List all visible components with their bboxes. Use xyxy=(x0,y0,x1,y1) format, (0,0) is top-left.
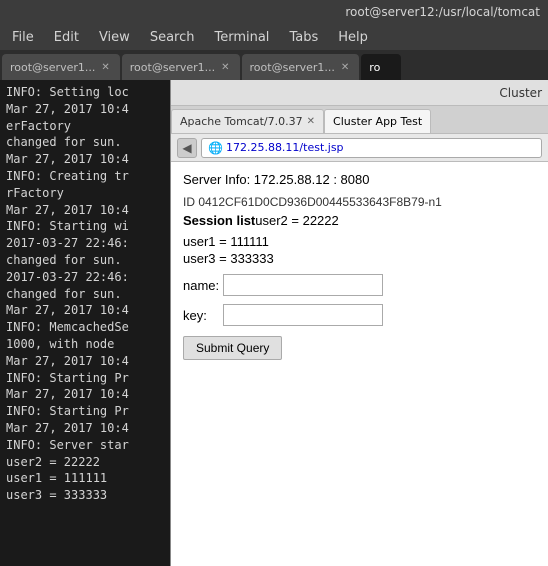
browser-panel: Cluster Apache Tomcat/7.0.37 ✕ Cluster A… xyxy=(170,80,548,566)
terminal-line-8: INFO: Starting wi xyxy=(6,218,164,235)
browser-tab-cluster-label: Cluster App Test xyxy=(333,115,422,128)
close-browser-tab-0-icon[interactable]: ✕ xyxy=(307,116,315,127)
menu-tabs[interactable]: Tabs xyxy=(281,28,326,47)
terminal-line-10: changed for sun. xyxy=(6,252,164,269)
globe-icon: 🌐 xyxy=(208,141,223,155)
terminal-tab-0[interactable]: root@server1... ✕ xyxy=(2,54,120,80)
terminal-line-5: INFO: Creating tr xyxy=(6,168,164,185)
browser-content: Server Info: 172.25.88.12 : 8080 ID 0412… xyxy=(171,162,548,566)
menu-help[interactable]: Help xyxy=(330,28,376,47)
name-form-row: name: xyxy=(183,274,536,296)
main-area: INFO: Setting loc Mar 27, 2017 10:4 erFa… xyxy=(0,80,548,566)
terminal-tab-bar: root@server1... ✕ root@server1... ✕ root… xyxy=(0,50,548,80)
terminal-pane[interactable]: INFO: Setting loc Mar 27, 2017 10:4 erFa… xyxy=(0,80,170,566)
user1-line: user1 = 111111 xyxy=(183,234,536,249)
terminal-line-20: Mar 27, 2017 10:4 xyxy=(6,420,164,437)
tab-label-2: root@server1... xyxy=(250,61,335,74)
session-list-label: Session list xyxy=(183,213,255,228)
browser-tab-tomcat-label: Apache Tomcat/7.0.37 xyxy=(180,115,303,128)
key-form-row: key: xyxy=(183,304,536,326)
url-input[interactable]: 🌐 172.25.88.11/test.jsp xyxy=(201,138,542,158)
terminal-line-17: INFO: Starting Pr xyxy=(6,370,164,387)
browser-tab-cluster[interactable]: Cluster App Test xyxy=(324,109,431,133)
terminal-line-19: INFO: Starting Pr xyxy=(6,403,164,420)
key-label: key: xyxy=(183,308,223,323)
terminal-tab-1[interactable]: root@server1... ✕ xyxy=(122,54,240,80)
menu-edit[interactable]: Edit xyxy=(46,28,87,47)
tab-label-1: root@server1... xyxy=(130,61,215,74)
terminal-line-15: 1000, with node xyxy=(6,336,164,353)
terminal-line-7: Mar 27, 2017 10:4 xyxy=(6,202,164,219)
terminal-line-3: changed for sun. xyxy=(6,134,164,151)
tab-label-3: ro xyxy=(369,61,380,74)
close-tab-1-icon[interactable]: ✕ xyxy=(219,62,231,73)
terminal-tab-2[interactable]: root@server1... ✕ xyxy=(242,54,360,80)
terminal-line-13: Mar 27, 2017 10:4 xyxy=(6,302,164,319)
terminal-tab-3[interactable]: ro xyxy=(361,54,401,80)
terminal-line-11: 2017-03-27 22:46: xyxy=(6,269,164,286)
terminal-line-0: INFO: Setting loc xyxy=(6,84,164,101)
browser-chrome-bar: Cluster xyxy=(171,80,548,106)
close-tab-0-icon[interactable]: ✕ xyxy=(99,62,111,73)
session-id-line: ID 0412CF61D0CD936D00445533643F8B79-n1 xyxy=(183,195,536,209)
terminal-line-14: INFO: MemcachedSe xyxy=(6,319,164,336)
submit-query-button[interactable]: Submit Query xyxy=(183,336,282,360)
user2-inline: user2 = 22222 xyxy=(255,213,338,228)
terminal-line-9: 2017-03-27 22:46: xyxy=(6,235,164,252)
terminal-line-21: INFO: Server star xyxy=(6,437,164,454)
terminal-line-6: rFactory xyxy=(6,185,164,202)
key-input[interactable] xyxy=(223,304,383,326)
user3-line: user3 = 333333 xyxy=(183,251,536,266)
terminal-line-23: user1 = 111111 xyxy=(6,470,164,487)
menu-bar: File Edit View Search Terminal Tabs Help xyxy=(0,24,548,50)
menu-view[interactable]: View xyxy=(91,28,138,47)
browser-tab-bar: Apache Tomcat/7.0.37 ✕ Cluster App Test xyxy=(171,106,548,134)
browser-chrome-title: Cluster xyxy=(499,86,542,100)
terminal-line-24: user3 = 333333 xyxy=(6,487,164,504)
session-list-line: Session listuser2 = 22222 xyxy=(183,213,536,228)
terminal-line-1: Mar 27, 2017 10:4 xyxy=(6,101,164,118)
terminal-line-16: Mar 27, 2017 10:4 xyxy=(6,353,164,370)
close-tab-2-icon[interactable]: ✕ xyxy=(339,62,351,73)
menu-terminal[interactable]: Terminal xyxy=(206,28,277,47)
url-text: 172.25.88.11/test.jsp xyxy=(226,141,344,154)
browser-tab-tomcat[interactable]: Apache Tomcat/7.0.37 ✕ xyxy=(171,109,324,133)
terminal-line-12: changed for sun. xyxy=(6,286,164,303)
back-button[interactable]: ◀ xyxy=(177,138,197,158)
tab-label-0: root@server1... xyxy=(10,61,95,74)
name-input[interactable] xyxy=(223,274,383,296)
menu-file[interactable]: File xyxy=(4,28,42,47)
name-label: name: xyxy=(183,278,223,293)
menu-search[interactable]: Search xyxy=(142,28,203,47)
title-text: root@server12:/usr/local/tomcat xyxy=(345,5,540,19)
server-info-line: Server Info: 172.25.88.12 : 8080 xyxy=(183,172,536,187)
terminal-line-4: Mar 27, 2017 10:4 xyxy=(6,151,164,168)
terminal-line-22: user2 = 22222 xyxy=(6,454,164,471)
terminal-line-2: erFactory xyxy=(6,118,164,135)
title-bar: root@server12:/usr/local/tomcat xyxy=(0,0,548,24)
address-bar: ◀ 🌐 172.25.88.11/test.jsp xyxy=(171,134,548,162)
terminal-line-18: Mar 27, 2017 10:4 xyxy=(6,386,164,403)
